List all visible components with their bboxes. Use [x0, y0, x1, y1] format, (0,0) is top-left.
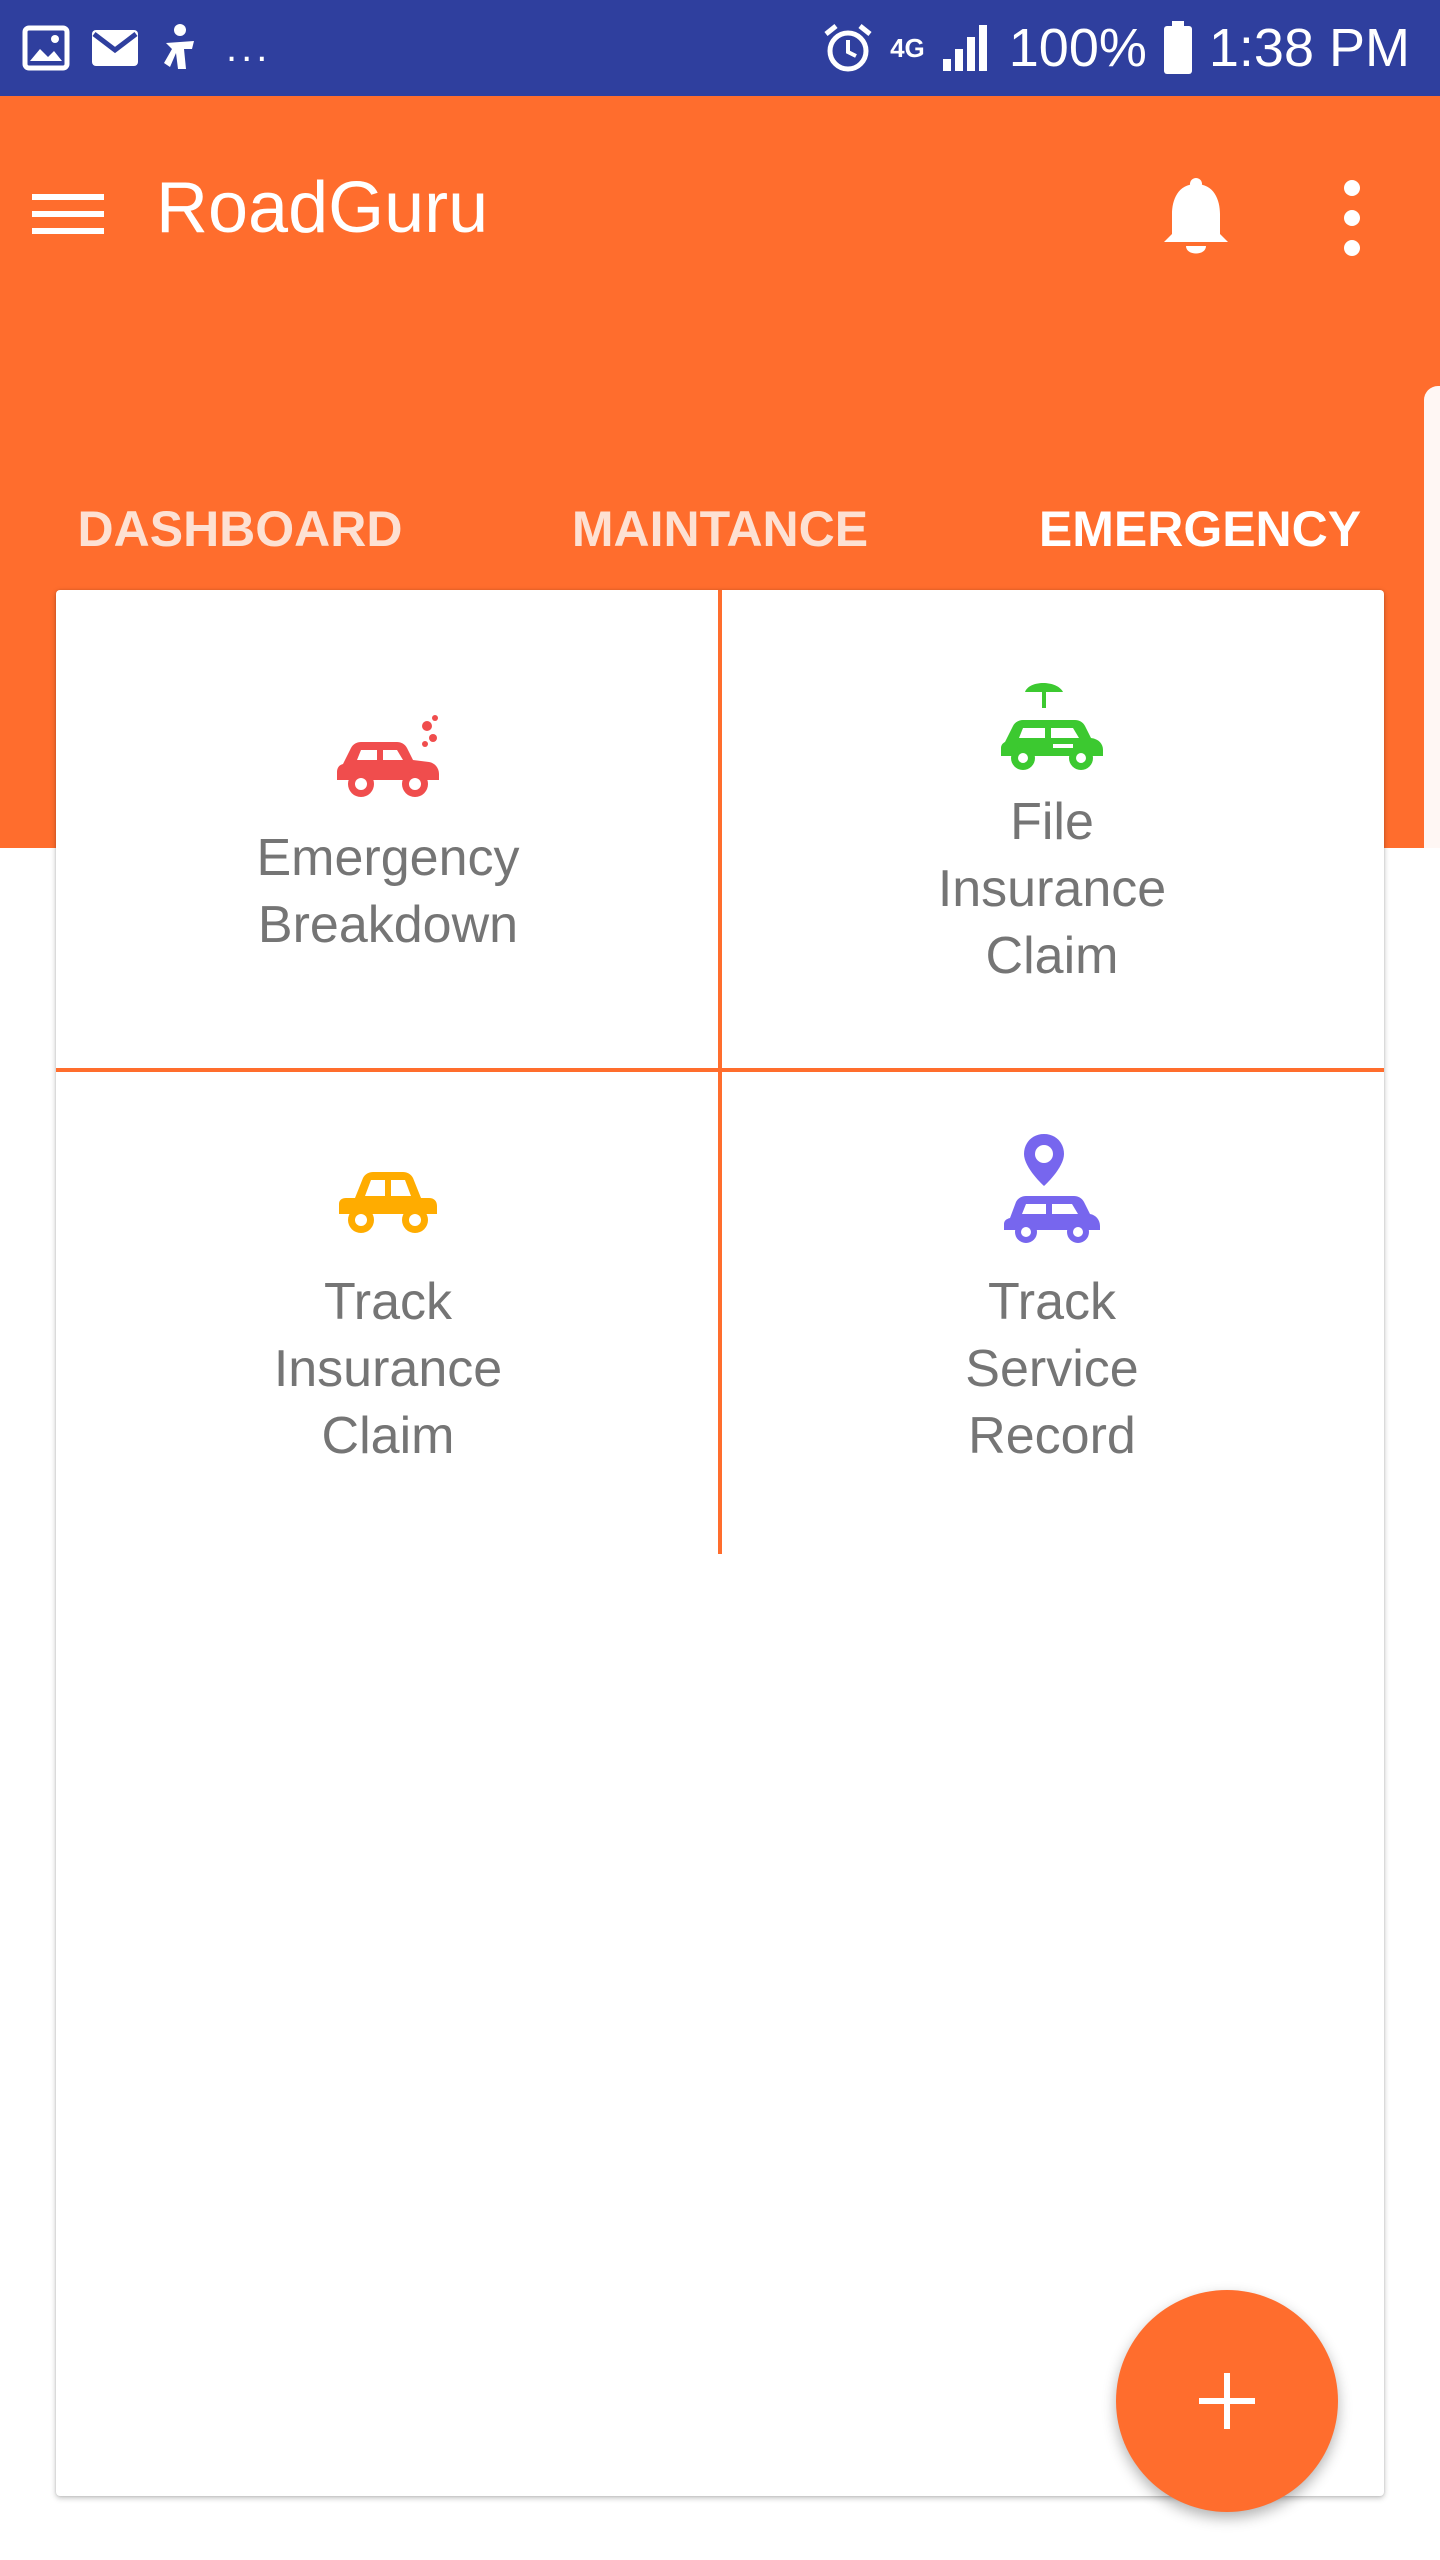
clock: 1:38 PM [1208, 18, 1410, 78]
grid-divider-vertical [718, 590, 722, 1554]
menu-button[interactable] [28, 174, 108, 254]
car-icon [339, 1172, 437, 1233]
file-insurance-claim-tile[interactable]: File Insurance Claim [720, 590, 1384, 1070]
grid-divider-horizontal [56, 1068, 1384, 1072]
bell-icon [1164, 178, 1228, 254]
tile-label: Track Insurance Claim [273, 1273, 503, 1465]
overflow-menu-button[interactable] [1330, 176, 1374, 260]
tile-label: File Insurance Claim [937, 793, 1167, 985]
tile-label: Track Service Record [965, 1273, 1139, 1465]
more-notifications: ... [226, 26, 272, 70]
mail-icon [92, 30, 138, 66]
battery-percent: 100% [1008, 18, 1147, 78]
notifications-button[interactable] [1160, 176, 1232, 260]
add-icon [1199, 2373, 1255, 2429]
more-vert-icon [1344, 180, 1360, 256]
edge-panel-handle[interactable] [1424, 386, 1440, 866]
car-breakdown-icon [337, 715, 439, 797]
track-insurance-claim-tile[interactable]: Track Insurance Claim [56, 1070, 720, 1550]
car-umbrella-icon [1001, 683, 1103, 770]
app-title: RoadGuru [156, 168, 489, 248]
status-bar: ... 4G 100% 1:38 PM [0, 0, 1440, 96]
car-location-icon [1004, 1134, 1100, 1243]
accessibility-icon [164, 24, 194, 69]
emergency-breakdown-tile[interactable]: Emergency Breakdown [56, 590, 720, 1070]
track-service-record-tile[interactable]: Track Service Record [720, 1070, 1384, 1550]
system-icons: 4G 100% 1:38 PM [822, 0, 1410, 96]
tile-label: Emergency Breakdown [256, 829, 520, 954]
image-icon [22, 25, 70, 71]
add-fab-button[interactable] [1116, 2290, 1338, 2512]
battery-icon [1163, 21, 1192, 74]
signal-icon [942, 25, 987, 71]
network-type: 4G [890, 33, 925, 63]
alarm-icon [824, 24, 872, 72]
emergency-card: Emergency Breakdown File Insurance Claim… [56, 590, 1384, 2496]
notification-icons: ... [22, 0, 271, 96]
menu-icon [32, 194, 104, 234]
